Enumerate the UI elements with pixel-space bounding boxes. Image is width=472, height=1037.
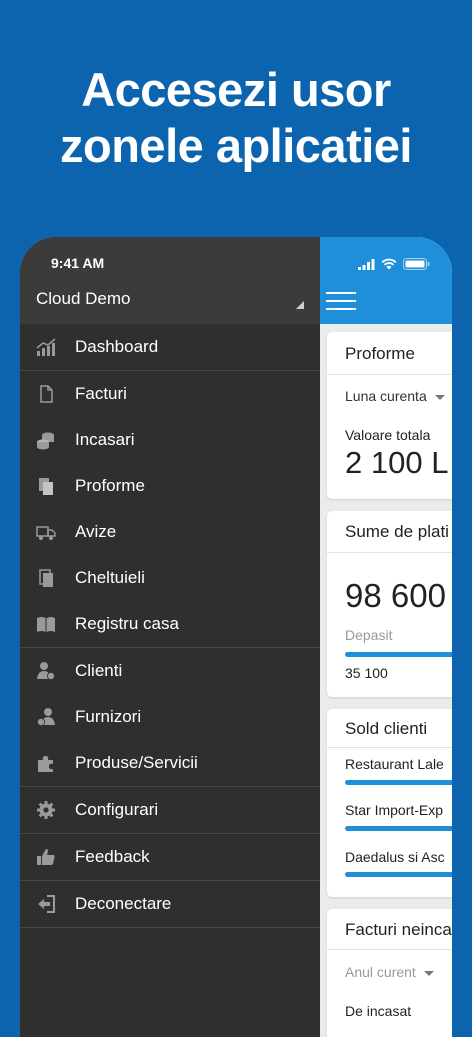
clients-icon: [37, 662, 55, 680]
gear-icon: [37, 801, 55, 819]
card-proforme[interactable]: Proforme Luna curenta Valoare totala 2 1…: [327, 332, 452, 499]
card-sold-clienti[interactable]: Sold clienti Restaurant Lale Star Import…: [327, 709, 452, 897]
suppliers-icon: [37, 708, 55, 726]
sidebar-item-cheltuieli[interactable]: Cheltuieli: [20, 555, 320, 601]
battery-icon: [403, 258, 430, 270]
sidebar-item-feedback[interactable]: Feedback: [20, 834, 320, 880]
account-dropdown-icon[interactable]: [296, 301, 304, 309]
card-divider: [327, 949, 452, 950]
sidebar-item-dashboard[interactable]: Dashboard: [20, 324, 320, 370]
sidebar-item-label: Registru casa: [75, 614, 179, 633]
client-balance-bar: [345, 780, 452, 785]
sidebar-item-label: Produse/Servicii: [75, 753, 198, 772]
overdue-value: 35 100: [345, 665, 388, 681]
sidebar-item-incasari[interactable]: Incasari: [20, 417, 320, 463]
chevron-down-icon: [434, 394, 445, 400]
sidebar-item-label: Feedback: [75, 847, 150, 866]
sidebar-item-label: Facturi: [75, 384, 127, 403]
main-content: Proforme Luna curenta Valoare totala 2 1…: [320, 237, 452, 1037]
total-label: Valoare totala: [345, 427, 431, 443]
period-select-label: Anul curent: [345, 964, 416, 980]
logout-icon: [38, 895, 55, 913]
truck-icon: [36, 526, 56, 540]
sidebar-item-label: Proforme: [75, 476, 145, 495]
card-sume-title: Sume de plati: [345, 522, 449, 541]
overdue-progress-bar: [345, 652, 452, 657]
sidebar-item-label: Dashboard: [75, 337, 159, 356]
sidebar-item-proforme[interactable]: Proforme: [20, 463, 320, 509]
sidebar-item-label: Clienti: [75, 661, 123, 680]
menu-icon[interactable]: [326, 292, 356, 312]
sidebar-item-label: Furnizori: [75, 707, 142, 726]
sidebar-item-label: Avize: [75, 522, 117, 541]
document-icon: [40, 385, 53, 403]
client-name[interactable]: Daedalus si Asc: [345, 849, 445, 865]
thumbs-up-icon: [37, 849, 55, 865]
period-select-label: Luna curenta: [345, 388, 427, 404]
sidebar-item-label: Cheltuieli: [75, 568, 145, 587]
receivable-label: De incasat: [345, 1003, 412, 1019]
card-sume-de-plati[interactable]: Sume de plati 98 600 Depasit 35 100: [327, 511, 452, 697]
sidebar-item-registru-casa[interactable]: Registru casa: [20, 601, 320, 647]
headline-line-2: zonele aplicatiei: [60, 119, 412, 172]
sidebar-item-label: Configurari: [75, 800, 159, 819]
promo-headline: Accesezi usor zonele aplicatiei: [0, 62, 472, 174]
navigation-drawer: 9:41 AM Cloud Demo Dashboard Facturi Inc…: [20, 237, 320, 1037]
sidebar-item-avize[interactable]: Avize: [20, 509, 320, 555]
chevron-down-icon: [423, 970, 434, 976]
card-proforme-title: Proforme: [345, 344, 415, 363]
period-select[interactable]: Anul curent: [345, 964, 434, 980]
sidebar-item-produse-servicii[interactable]: Produse/Servicii: [20, 740, 320, 786]
signal-icon: [358, 258, 375, 270]
headline-line-1: Accesezi usor: [81, 63, 391, 116]
sidebar-item-label: Deconectare: [75, 894, 172, 913]
client-name[interactable]: Restaurant Lale: [345, 756, 444, 772]
receipts-icon: [39, 569, 53, 587]
coins-icon: [37, 432, 54, 450]
book-icon: [37, 617, 55, 632]
sidebar-item-configurari[interactable]: Configurari: [20, 787, 320, 833]
divider: [20, 927, 320, 928]
amount-value: 98 600: [345, 577, 446, 614]
puzzle-icon: [38, 756, 53, 772]
client-balance-bar: [345, 826, 452, 831]
status-time: 9:41 AM: [51, 255, 105, 271]
drawer-header: 9:41 AM Cloud Demo: [20, 237, 320, 324]
phone-screen: Proforme Luna curenta Valoare totala 2 1…: [20, 237, 452, 1037]
client-name[interactable]: Star Import-Exp: [345, 802, 443, 818]
client-balance-bar: [345, 872, 452, 877]
card-facturi-title: Facturi neinca: [345, 920, 452, 939]
sidebar-item-label: Incasari: [75, 430, 135, 449]
account-selector[interactable]: Cloud Demo: [36, 289, 131, 309]
app-bar: [320, 237, 452, 324]
sidebar-item-furnizori[interactable]: Furnizori: [20, 694, 320, 740]
sidebar-item-clienti[interactable]: Clienti: [20, 648, 320, 694]
card-divider: [327, 374, 452, 375]
sidebar-item-facturi[interactable]: Facturi: [20, 371, 320, 417]
period-select[interactable]: Luna curenta: [345, 388, 445, 404]
card-sold-title: Sold clienti: [345, 719, 428, 738]
sidebar-item-deconectare[interactable]: Deconectare: [20, 881, 320, 927]
card-divider: [327, 747, 452, 748]
card-divider: [327, 552, 452, 553]
documents-icon: [39, 478, 53, 495]
drawer-menu: Dashboard Facturi Incasari Proforme Aviz…: [20, 324, 320, 928]
overdue-label: Depasit: [345, 627, 393, 643]
wifi-icon: [381, 258, 397, 270]
total-value: 2 100 L: [345, 445, 449, 480]
status-icons: [358, 257, 430, 271]
chart-icon: [36, 338, 56, 356]
card-facturi-neincasate[interactable]: Facturi neinca Anul curent De incasat: [327, 909, 452, 1037]
